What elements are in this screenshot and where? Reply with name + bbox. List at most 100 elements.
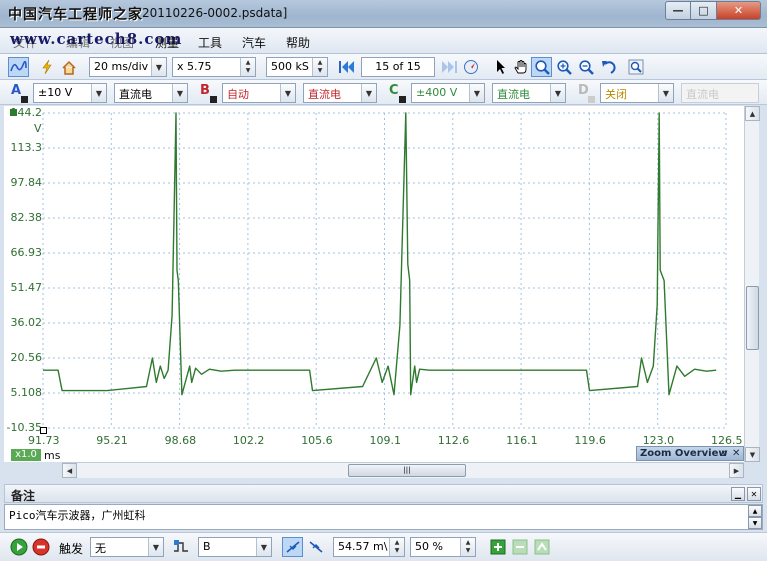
horizontal-scroll-thumb[interactable]: ||| <box>348 464 466 477</box>
trigger-label: 触发 <box>59 542 84 556</box>
channel-a-letter: A <box>11 83 22 98</box>
horizontal-scrollbar[interactable]: ◀ ||| ▶ <box>62 462 744 478</box>
vertical-scroll-thumb[interactable] <box>746 286 759 350</box>
pin-icon[interactable]: ⊿ <box>719 447 727 460</box>
notes-header: 备注 ▁ ✕ <box>4 484 763 503</box>
maximize-button[interactable]: □ <box>691 1 717 20</box>
channel-c-tag[interactable]: C <box>387 83 407 103</box>
undo-zoom-icon[interactable] <box>598 57 619 77</box>
scroll-up-icon[interactable]: ▲ <box>748 505 762 517</box>
spin-icon[interactable]: ▲ ▼ <box>312 58 327 76</box>
trigger-source-select[interactable]: B ▼ <box>198 537 272 557</box>
zoom-badge: x1.0 <box>11 449 41 461</box>
chevron-down-icon[interactable]: ▼ <box>550 84 565 102</box>
samples-stepper[interactable]: 500 kS ▲ ▼ <box>266 57 328 77</box>
stop-icon[interactable] <box>30 537 51 557</box>
y-axis-unit: V <box>34 122 42 135</box>
rising-edge-icon[interactable] <box>282 537 303 557</box>
spin-icon[interactable]: ▲ ▼ <box>240 58 255 76</box>
add-measurement-icon[interactable] <box>487 537 508 557</box>
auto-setup-icon[interactable] <box>36 57 57 77</box>
next-buffer-icon[interactable] <box>438 57 460 77</box>
x-tick-label: 91.73 <box>28 434 60 447</box>
compass-icon[interactable] <box>460 57 481 77</box>
y-tick-label: 5.108 <box>10 386 43 399</box>
trigger-level-stepper[interactable]: 54.57 m\ ▲ ▼ <box>333 537 405 557</box>
chevron-down-icon[interactable]: ▼ <box>469 84 484 102</box>
pretrigger-value: 50 % <box>415 540 443 553</box>
channel-b-tag[interactable]: B <box>198 83 218 103</box>
falling-edge-icon[interactable] <box>305 537 326 557</box>
channel-a-range[interactable]: ±10 V ▼ <box>33 83 107 103</box>
probe-icon <box>399 96 406 103</box>
pretrigger-stepper[interactable]: 50 % ▲ ▼ <box>410 537 476 557</box>
menu-file[interactable]: 文件 <box>13 34 37 51</box>
scroll-down-icon[interactable]: ▼ <box>748 517 762 529</box>
timebase-value: 20 ms/div <box>94 60 149 73</box>
chevron-down-icon[interactable]: ▼ <box>658 84 673 102</box>
x-tick-label: 95.21 <box>96 434 128 447</box>
remove-measurement-icon[interactable] <box>509 537 530 557</box>
minimize-notes-icon[interactable]: ▁ <box>731 487 745 501</box>
close-notes-icon[interactable]: ✕ <box>747 487 761 501</box>
advanced-trigger-icon[interactable] <box>170 537 191 557</box>
buffer-index[interactable]: 15 of 15 <box>361 57 435 77</box>
channel-d-range[interactable]: 关闭 ▼ <box>600 83 674 103</box>
home-icon[interactable] <box>58 57 79 77</box>
chevron-down-icon[interactable]: ▼ <box>91 84 106 102</box>
trigger-mode-value: 无 <box>95 542 106 555</box>
scroll-up-icon[interactable]: ▲ <box>745 106 760 121</box>
menu-view[interactable]: 视图 <box>110 34 134 51</box>
spin-icon[interactable]: ▲ ▼ <box>460 538 475 556</box>
pointer-icon[interactable] <box>490 57 511 77</box>
minimize-button[interactable]: — <box>665 1 691 20</box>
channel-b-coupling[interactable]: 直流电 ▼ <box>303 83 377 103</box>
trigger-toolbar: 触发 无 ▼ B ▼ 54.57 m\ ▲ ▼ 50 % ▲ ▼ <box>0 532 767 561</box>
timebase-select[interactable]: 20 ms/div ▼ <box>89 57 167 77</box>
chevron-down-icon[interactable]: ▼ <box>256 538 271 556</box>
notes-textbox[interactable]: Pico汽车示波器，广州虹科 ▲ ▼ <box>4 504 763 530</box>
menu-measure[interactable]: 测量 <box>155 34 179 51</box>
spin-icon[interactable]: ▲ ▼ <box>389 538 404 556</box>
zoom-in-icon[interactable] <box>553 57 574 77</box>
trigger-marker[interactable] <box>40 427 47 434</box>
channel-c-coupling[interactable]: 直流电 ▼ <box>492 83 566 103</box>
y-tick-label: 36.02 <box>10 316 43 329</box>
zoom-overview-panel[interactable]: Zoom Overview ⊿ ✕ <box>636 446 744 461</box>
zoom-region-icon[interactable] <box>531 57 552 77</box>
channel-a-coupling[interactable]: 直流电 ▼ <box>114 83 188 103</box>
channel-toolbar: A ±10 V ▼ 直流电 ▼ B 自动 ▼ 直流电 ▼ C ±400 V ▼ … <box>0 80 767 105</box>
close-button[interactable]: ✕ <box>717 1 761 20</box>
chevron-down-icon[interactable]: ▼ <box>172 84 187 102</box>
scope-mode-icon[interactable] <box>8 57 29 77</box>
x-tick-label: 102.2 <box>232 434 265 447</box>
scroll-right-icon[interactable]: ▶ <box>729 463 744 478</box>
channel-b-range[interactable]: 自动 ▼ <box>222 83 296 103</box>
first-buffer-icon[interactable] <box>336 57 358 77</box>
menu-edit[interactable]: 编辑 <box>66 34 90 51</box>
chevron-down-icon[interactable]: ▼ <box>148 538 163 556</box>
zoom-stepper[interactable]: x 5.75 ▲ ▼ <box>172 57 256 77</box>
main-toolbar: 20 ms/div ▼ x 5.75 ▲ ▼ 500 kS ▲ ▼ 15 of 15 <box>0 54 767 80</box>
menu-auto[interactable]: 汽车 <box>242 34 266 51</box>
zoom-overview-icon[interactable] <box>625 57 646 77</box>
start-icon[interactable] <box>8 537 29 557</box>
hand-icon[interactable] <box>510 57 531 77</box>
menu-tools[interactable]: 工具 <box>198 34 222 51</box>
close-icon[interactable]: ✕ <box>732 447 740 460</box>
zoom-out-icon[interactable] <box>575 57 596 77</box>
menu-help[interactable]: 帮助 <box>286 34 310 51</box>
scroll-left-icon[interactable]: ◀ <box>62 463 77 478</box>
vertical-scrollbar[interactable]: ▲ ▼ <box>744 106 760 462</box>
trigger-mode-select[interactable]: 无 ▼ <box>90 537 164 557</box>
scroll-down-icon[interactable]: ▼ <box>745 447 760 462</box>
chevron-down-icon[interactable]: ▼ <box>280 84 295 102</box>
y-tick-label: 82.38 <box>10 211 43 224</box>
title-bar: 中国汽车工程师之家 20110226-0002.psdata] — □ ✕ <box>0 0 767 28</box>
chevron-down-icon[interactable]: ▼ <box>151 58 166 76</box>
channel-a-tag[interactable]: A <box>9 83 29 103</box>
channel-d-tag[interactable]: D <box>576 83 596 103</box>
edit-measurement-icon[interactable] <box>531 537 552 557</box>
channel-c-range[interactable]: ±400 V ▼ <box>411 83 485 103</box>
chevron-down-icon[interactable]: ▼ <box>361 84 376 102</box>
